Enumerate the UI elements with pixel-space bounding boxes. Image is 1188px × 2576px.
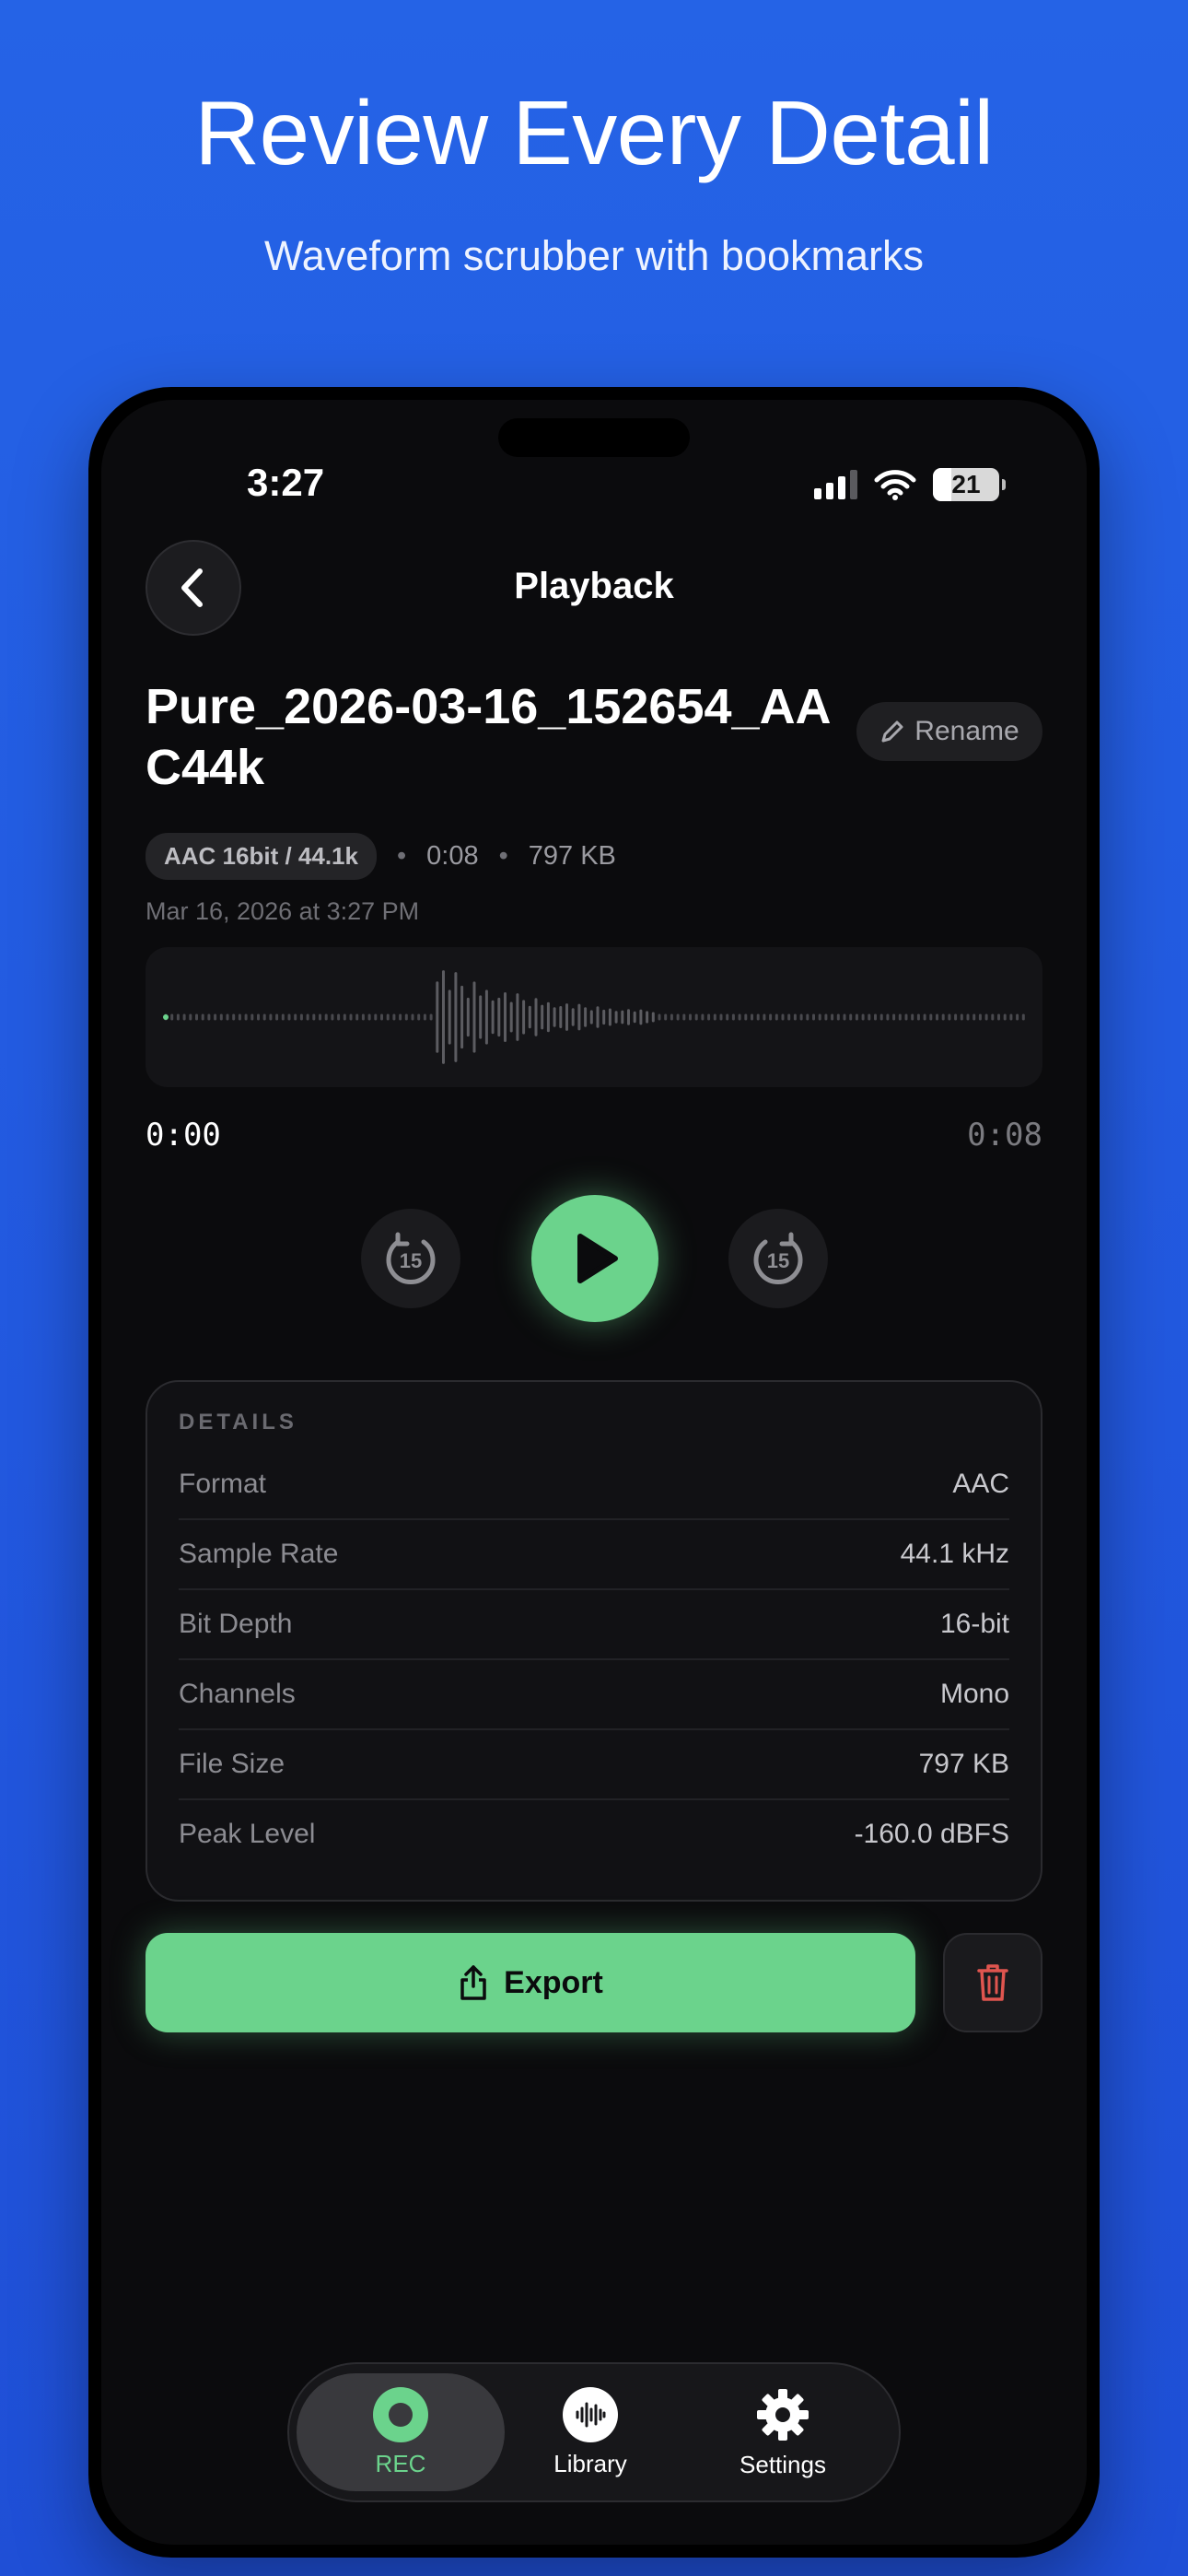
separator-dot: • <box>396 841 407 871</box>
waveform-scrubber[interactable] <box>146 947 1042 1087</box>
waveform-icon <box>563 2386 618 2442</box>
detail-row-channels: Channels Mono <box>179 1660 1009 1730</box>
tab-library[interactable]: Library <box>503 2373 678 2491</box>
skip-forward-label: 15 <box>767 1249 789 1272</box>
recording-date: Mar 16, 2026 at 3:27 PM <box>146 897 420 925</box>
details-card: DETAILS Format AAC Sample Rate 44.1 kHz … <box>146 1380 1042 1902</box>
share-icon <box>460 1965 486 2000</box>
skip-back-15-button[interactable]: 15 <box>361 1209 460 1308</box>
detail-key: Channels <box>179 1679 296 1709</box>
detail-key: Bit Depth <box>179 1609 293 1639</box>
details-heading: DETAILS <box>179 1410 297 1434</box>
tab-bar: REC Library Settings <box>287 2362 901 2502</box>
detail-row-file-size: File Size 797 KB <box>179 1730 1009 1800</box>
detail-row-bit-depth: Bit Depth 16-bit <box>179 1590 1009 1660</box>
dynamic-island <box>498 418 690 457</box>
tab-label: Library <box>553 2449 627 2477</box>
tab-rec[interactable]: REC <box>297 2373 505 2491</box>
detail-value: 44.1 kHz <box>900 1539 1009 1569</box>
promo-subhead: Waveform scrubber with bookmarks <box>263 232 925 279</box>
separator-dot: • <box>498 841 508 871</box>
recording-title: Pure_2026-03-16_152654_AAC44k <box>146 679 832 795</box>
detail-row-sample-rate: Sample Rate 44.1 kHz <box>179 1520 1009 1590</box>
detail-key: Format <box>179 1469 267 1499</box>
waveform[interactable] <box>146 947 1042 1087</box>
play-button[interactable] <box>531 1195 658 1322</box>
total-time: 0:08 <box>967 1117 1042 1153</box>
detail-value: 16-bit <box>939 1609 1009 1639</box>
playhead[interactable] <box>163 1014 169 1020</box>
phone-frame: 3:27 21 Playback Pure_2026-03-16_152654_… <box>88 387 1100 2558</box>
detail-row-format: Format AAC <box>179 1450 1009 1520</box>
cellular-signal-icon <box>814 470 857 499</box>
skip-forward-15-button[interactable]: 15 <box>728 1209 828 1308</box>
battery-indicator: 21 <box>933 468 1006 501</box>
trash-icon <box>977 1964 1008 2001</box>
detail-row-peak-level: Peak Level -160.0 dBFS <box>179 1800 1009 1868</box>
gear-icon <box>757 2388 809 2441</box>
tab-label: REC <box>375 2449 426 2477</box>
format-badge: AAC 16bit / 44.1k <box>146 833 377 880</box>
page-title: Playback <box>514 566 674 606</box>
rename-label: Rename <box>914 716 1019 746</box>
skip-forward-icon: 15 <box>753 1232 803 1284</box>
recording-meta: AAC 16bit / 44.1k • 0:08 • 797 KB <box>146 833 616 880</box>
promo-headline: Review Every Detail <box>194 82 994 183</box>
recording-size: 797 KB <box>528 841 616 871</box>
phone-screen: 3:27 21 Playback Pure_2026-03-16_152654_… <box>101 400 1087 2545</box>
detail-value: AAC <box>952 1469 1009 1499</box>
pencil-icon <box>881 720 903 743</box>
detail-value: -160.0 dBFS <box>854 1819 1009 1849</box>
detail-key: File Size <box>179 1749 285 1779</box>
detail-value: 797 KB <box>918 1749 1009 1779</box>
current-time: 0:00 <box>146 1117 221 1153</box>
play-icon <box>577 1234 618 1283</box>
export-button[interactable]: Export <box>146 1933 915 2032</box>
detail-value: Mono <box>939 1679 1009 1709</box>
record-icon <box>373 2386 428 2442</box>
skip-back-label: 15 <box>400 1249 422 1272</box>
recording-duration: 0:08 <box>426 841 479 871</box>
detail-key: Sample Rate <box>179 1539 339 1569</box>
export-label: Export <box>504 1964 603 2000</box>
rename-button[interactable]: Rename <box>856 702 1042 761</box>
delete-button[interactable] <box>943 1933 1042 2032</box>
skip-back-icon: 15 <box>386 1232 436 1284</box>
detail-key: Peak Level <box>179 1819 316 1849</box>
status-time: 3:27 <box>247 461 325 504</box>
status-icons: 21 <box>814 468 1006 501</box>
battery-level: 21 <box>951 470 981 498</box>
wifi-icon <box>874 470 916 500</box>
tab-settings[interactable]: Settings <box>691 2373 875 2491</box>
tab-label: Settings <box>740 2450 826 2478</box>
